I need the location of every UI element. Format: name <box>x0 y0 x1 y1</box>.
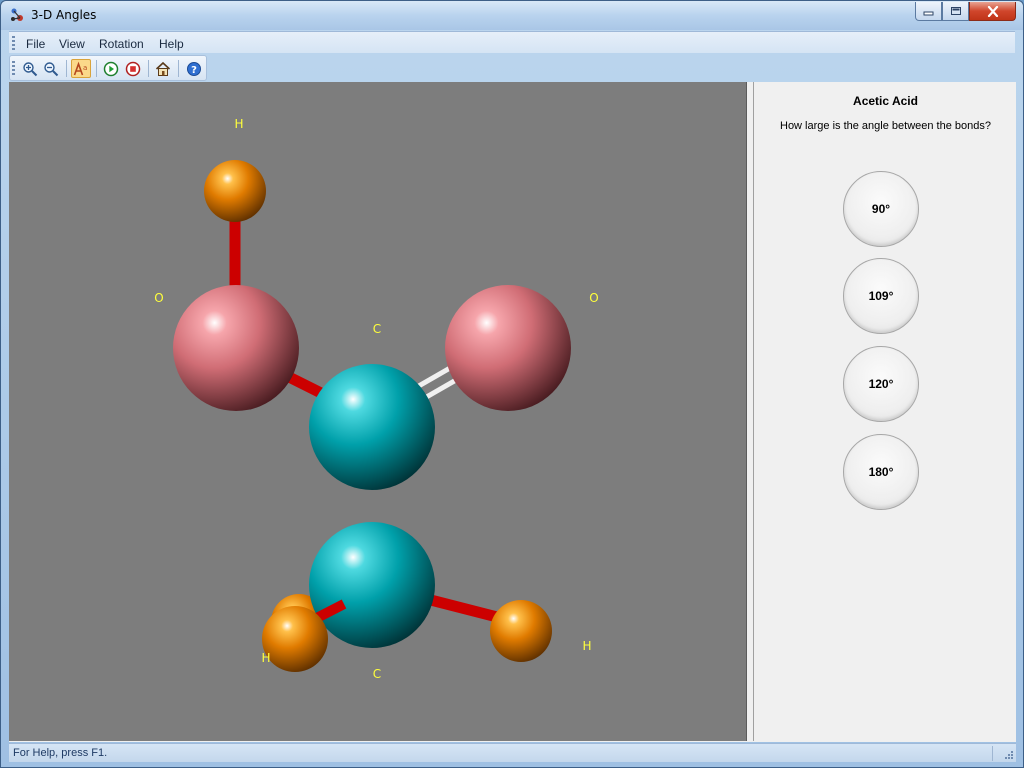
app-molecule-icon <box>11 8 23 21</box>
zoom-in-button[interactable] <box>20 59 40 78</box>
molecule-3d-viewport[interactable]: H O O C H C H <box>9 82 747 741</box>
answer-button-180[interactable]: 180° <box>843 434 919 510</box>
atom-carbon-methyl <box>309 522 435 648</box>
menu-file[interactable]: File <box>26 37 45 51</box>
status-text: For Help, press F1. <box>13 747 108 759</box>
home-button[interactable] <box>153 59 173 78</box>
minimize-icon <box>923 11 934 16</box>
label-c-top: C <box>373 322 381 336</box>
menu-help[interactable]: Help <box>159 37 184 51</box>
label-h-bottom-left: H <box>261 651 270 665</box>
stop-button[interactable] <box>123 59 143 78</box>
label-c-bottom: C <box>373 667 381 681</box>
zoom-in-icon <box>23 61 38 76</box>
label-h-top: H <box>234 117 243 131</box>
toolbar-grip-handle[interactable] <box>12 61 15 76</box>
svg-text:a: a <box>83 64 87 72</box>
status-separator <box>992 746 993 761</box>
toolbar-separator <box>66 60 67 77</box>
atom-hydrogen-front <box>262 606 328 672</box>
play-icon <box>103 61 119 76</box>
title-bar[interactable]: 3-D Angles <box>1 1 1023 30</box>
resize-grip-icon[interactable] <box>1004 750 1014 760</box>
atom-oxygen-right <box>445 285 571 411</box>
atom-oxygen-left <box>173 285 299 411</box>
menu-rotation[interactable]: Rotation <box>99 37 144 51</box>
answer-button-90[interactable]: 90° <box>843 171 919 247</box>
minimize-button[interactable] <box>915 2 942 21</box>
toolbar-separator <box>96 60 97 77</box>
zoom-out-button[interactable] <box>41 59 61 78</box>
menu-grip-handle[interactable] <box>12 36 15 50</box>
toolbar: a ? <box>9 55 207 81</box>
font-style-icon: a <box>73 61 87 75</box>
quiz-panel: Acetic Acid How large is the angle betwe… <box>755 82 1016 741</box>
molecule-name: Acetic Acid <box>853 94 918 108</box>
answer-button-120[interactable]: 120° <box>843 346 919 422</box>
help-icon: ? <box>187 61 201 76</box>
close-button[interactable] <box>969 2 1016 21</box>
label-o-left: O <box>154 291 163 305</box>
molecule-model[interactable]: H O O C H C H <box>9 82 747 741</box>
toolbar-separator <box>178 60 179 77</box>
application-window: 3-D Angles File View Rotation Help a ? H… <box>0 0 1024 768</box>
maximize-icon <box>950 7 961 15</box>
answer-button-109[interactable]: 109° <box>843 258 919 334</box>
svg-text:?: ? <box>191 65 197 76</box>
panel-splitter[interactable] <box>748 82 754 741</box>
atom-hydrogen-top <box>204 160 266 222</box>
zoom-out-icon <box>44 61 59 76</box>
close-icon <box>987 5 998 17</box>
menu-bar: File View Rotation Help <box>9 31 1015 53</box>
window-title: 3-D Angles <box>31 8 97 22</box>
label-o-right: O <box>589 291 598 305</box>
stop-icon <box>125 61 141 76</box>
maximize-button[interactable] <box>942 2 969 21</box>
home-icon <box>155 61 171 76</box>
menu-view[interactable]: View <box>59 37 85 51</box>
help-button[interactable]: ? <box>184 59 204 78</box>
play-button[interactable] <box>101 59 121 78</box>
status-bar: For Help, press F1. <box>9 743 1016 762</box>
atom-carbon-center <box>309 364 435 490</box>
atom-hydrogen-right <box>490 600 552 662</box>
font-style-button[interactable]: a <box>71 59 91 78</box>
label-h-right: H <box>582 639 591 653</box>
toolbar-separator <box>148 60 149 77</box>
client-area: H O O C H C H Acetic Acid How large is t… <box>9 82 1016 742</box>
question-text: How large is the angle between the bonds… <box>780 120 991 132</box>
